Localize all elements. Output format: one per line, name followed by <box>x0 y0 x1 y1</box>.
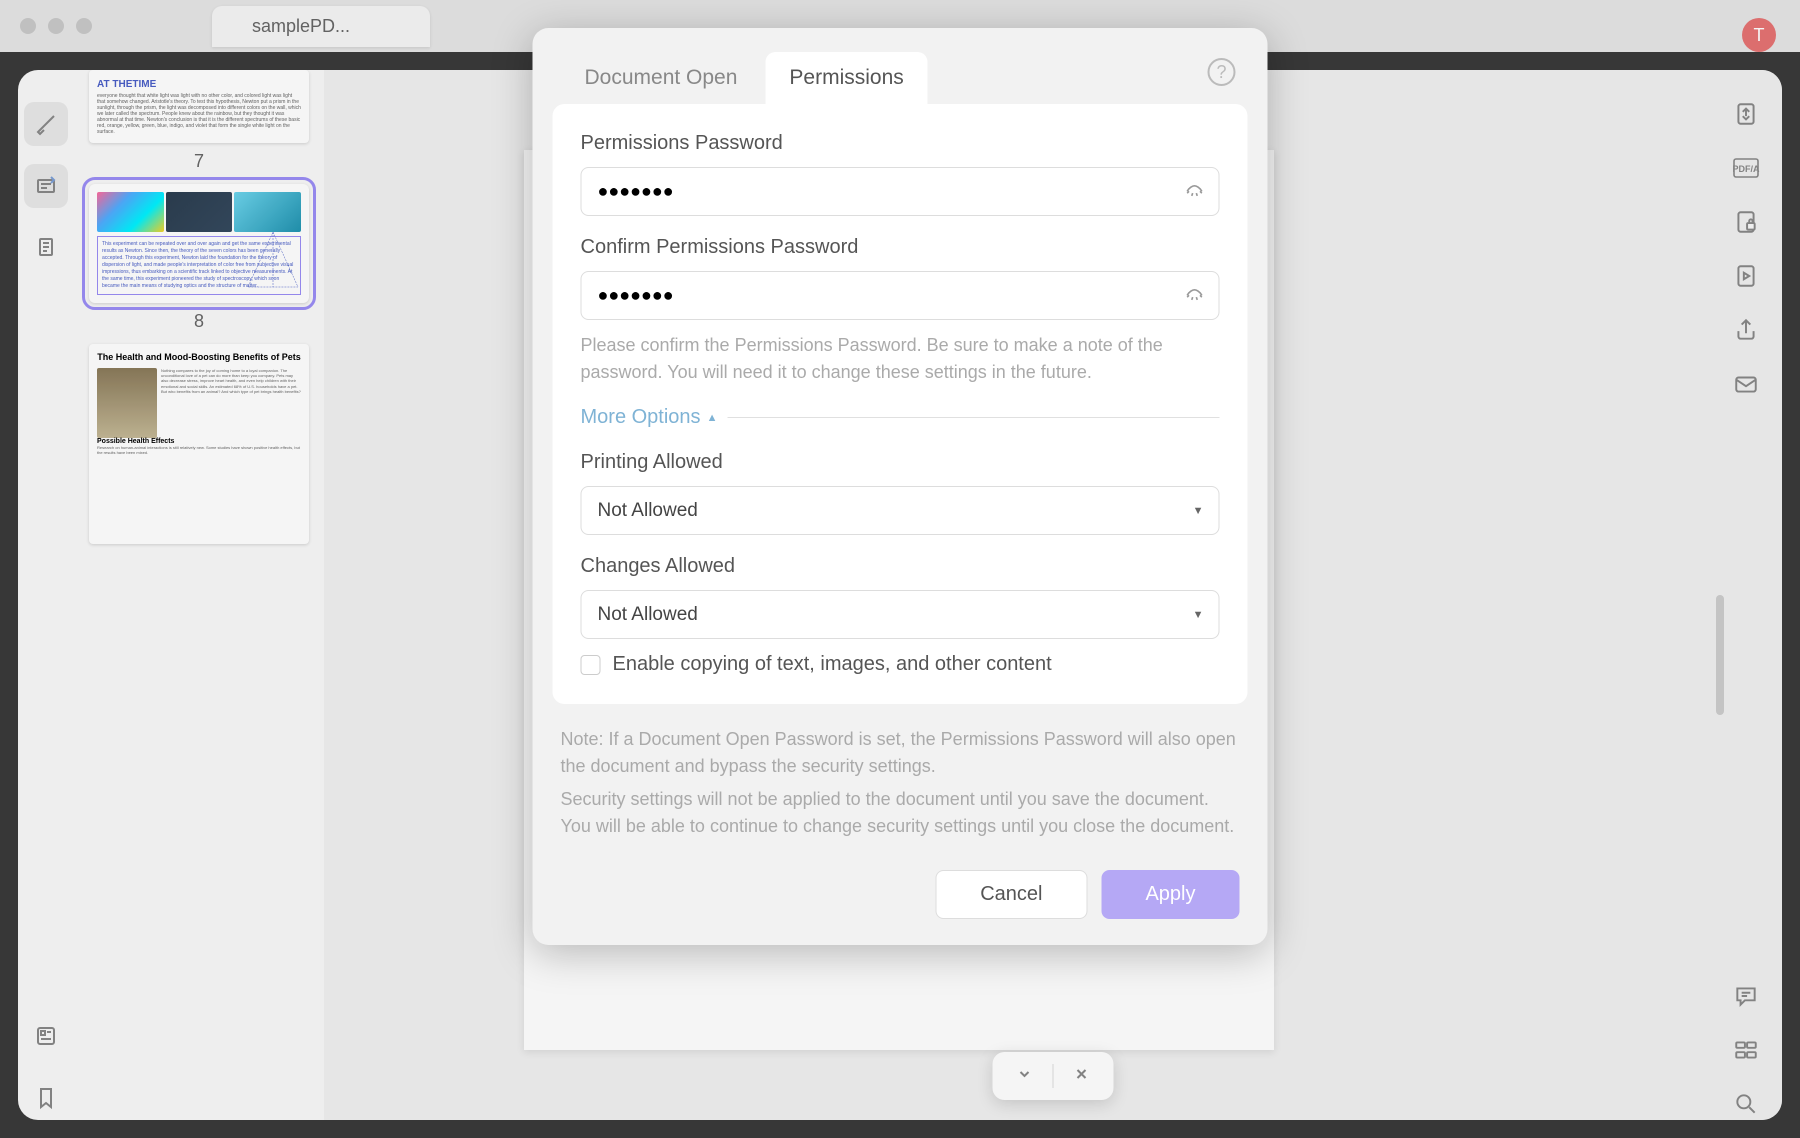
note-text-1: Note: If a Document Open Password is set… <box>561 726 1240 780</box>
modal-footer: Cancel Apply <box>533 854 1268 945</box>
confirm-password-label: Confirm Permissions Password <box>581 236 1220 259</box>
tab-permissions[interactable]: Permissions <box>765 52 927 104</box>
printing-allowed-label: Printing Allowed <box>581 451 1220 474</box>
more-options-row: More Options ▲ <box>581 406 1220 429</box>
changes-allowed-select[interactable]: Not Allowed <box>581 590 1220 639</box>
caret-up-icon: ▲ <box>707 412 718 424</box>
modal-body: Permissions Password Confirm Permissions… <box>553 104 1248 704</box>
toggle-password-visibility-icon[interactable] <box>1184 282 1206 309</box>
changes-allowed-label: Changes Allowed <box>581 555 1220 578</box>
note-text-2: Security settings will not be applied to… <box>561 786 1240 840</box>
help-icon[interactable]: ? <box>1208 58 1236 86</box>
toggle-password-visibility-icon[interactable] <box>1184 178 1206 205</box>
permissions-password-input[interactable] <box>581 167 1220 216</box>
enable-copying-checkbox[interactable] <box>581 655 601 675</box>
enable-copying-row: Enable copying of text, images, and othe… <box>581 653 1220 676</box>
cancel-button[interactable]: Cancel <box>935 870 1087 919</box>
more-options-toggle[interactable]: More Options ▲ <box>581 406 718 429</box>
printing-allowed-select[interactable]: Not Allowed <box>581 486 1220 535</box>
enable-copying-label[interactable]: Enable copying of text, images, and othe… <box>613 653 1052 676</box>
app-window: samplePD... T <box>0 0 1800 1138</box>
permissions-password-label: Permissions Password <box>581 132 1220 155</box>
tab-document-open[interactable]: Document Open <box>561 52 762 104</box>
note-section: Note: If a Document Open Password is set… <box>533 704 1268 854</box>
apply-button[interactable]: Apply <box>1101 870 1239 919</box>
modal-tabs: Document Open Permissions ? <box>533 28 1268 104</box>
permissions-modal: Document Open Permissions ? Permissions … <box>533 28 1268 945</box>
confirm-help-text: Please confirm the Permissions Password.… <box>581 332 1220 386</box>
confirm-password-input[interactable] <box>581 271 1220 320</box>
